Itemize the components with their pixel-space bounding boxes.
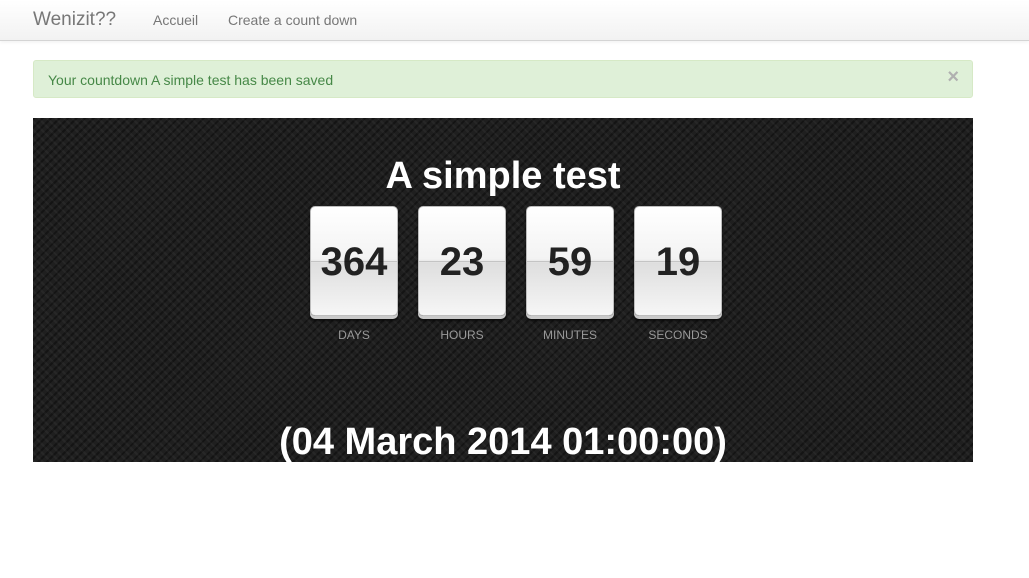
seconds-label: SECONDS (648, 328, 708, 342)
days-card: 364 (310, 206, 398, 316)
countdown-title: A simple test (385, 155, 621, 197)
countdown-panel: A simple test 364 DAYS 23 HOURS 59 MINUT… (33, 118, 973, 462)
target-date: (04 March 2014 01:00:00) (279, 421, 727, 462)
days-label: DAYS (338, 328, 370, 342)
minutes-label: MINUTES (543, 328, 597, 342)
alert-message: Your countdown A simple test has been sa… (48, 72, 334, 88)
success-alert: Your countdown A simple test has been sa… (33, 60, 973, 98)
seconds-value: 19 (655, 240, 701, 284)
nav-link-create-countdown[interactable]: Create a count down (228, 12, 357, 28)
hours-label: HOURS (440, 328, 484, 342)
nav-link-accueil[interactable]: Accueil (153, 12, 198, 28)
minutes-value: 59 (547, 240, 593, 284)
hours-value: 23 (439, 240, 485, 284)
seconds-card: 19 (634, 206, 722, 316)
hours-card: 23 (418, 206, 506, 316)
brand-link[interactable]: Wenizit?? (33, 9, 116, 31)
navbar: Wenizit?? Accueil Create a count down (0, 0, 1029, 41)
minutes-card: 59 (526, 206, 614, 316)
close-icon[interactable]: × (947, 67, 959, 87)
days-value: 364 (320, 240, 388, 284)
